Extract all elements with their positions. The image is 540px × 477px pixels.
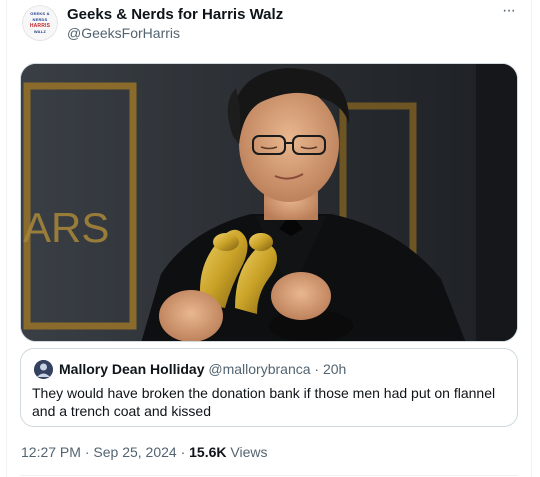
tweet-meta: 12:27 PM · Sep 25, 2024 · 15.6K Views [21,444,267,460]
author-name[interactable]: Geeks & Nerds for Harris Walz [67,6,283,23]
tweet-time[interactable]: 12:27 PM [21,444,81,460]
views-label: Views [230,444,268,460]
author-handle[interactable]: @GeeksForHarris [67,25,180,41]
tweet-card[interactable]: GEEKS & NERDS HARRIS WALZ Geeks & Nerds … [6,0,532,477]
meta-separator: · [180,444,186,460]
quoted-author-avatar[interactable] [34,360,53,379]
tweet-photo[interactable]: ARS [20,63,518,342]
divider [20,475,518,476]
quoted-author-name[interactable]: Mallory Dean Holliday [59,361,204,377]
meta-separator: · [84,444,90,460]
tweet-date[interactable]: Sep 25, 2024 [93,444,176,460]
quoted-tweet[interactable]: Mallory Dean Holliday @mallorybranca · 2… [20,348,518,427]
quoted-separator: · [314,361,320,377]
quoted-header: Mallory Dean Holliday @mallorybranca · 2… [59,361,346,377]
avatar-logo: GEEKS & NERDS HARRIS WALZ [29,11,51,34]
author-avatar[interactable]: GEEKS & NERDS HARRIS WALZ [22,5,58,41]
backdrop-text: ARS [23,204,109,251]
quoted-age[interactable]: 20h [323,361,346,377]
quoted-author-handle[interactable]: @mallorybranca [208,361,310,377]
more-options-icon[interactable]: ··· [502,2,516,20]
views-count[interactable]: 15.6K [189,444,226,460]
quoted-text: They would have broken the donation bank… [32,385,496,419]
